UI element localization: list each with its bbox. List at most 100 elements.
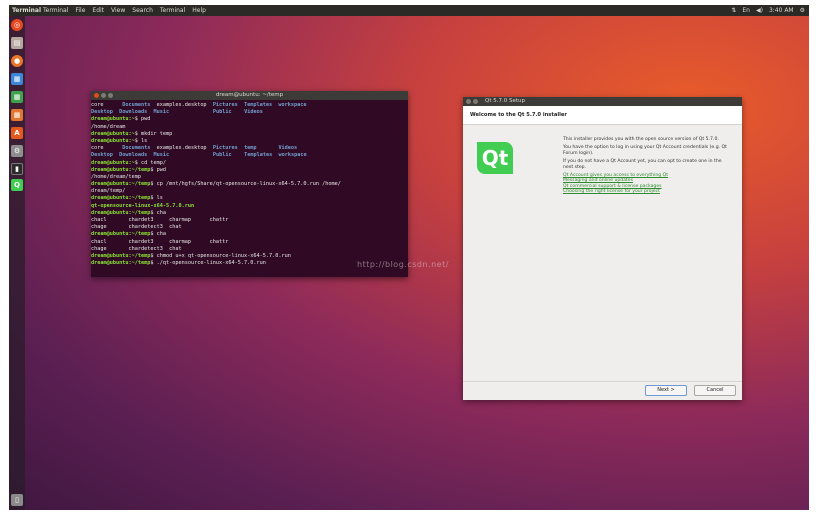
settings-icon[interactable]: ⚙ bbox=[11, 145, 23, 157]
firefox-icon[interactable]: ● bbox=[11, 55, 23, 67]
volume-icon[interactable]: ◀) bbox=[756, 5, 763, 16]
terminal-prompt: dream@ubuntu:~ bbox=[91, 159, 135, 166]
divider bbox=[463, 381, 742, 382]
calc-icon[interactable]: ▦ bbox=[11, 91, 23, 103]
terminal-text: $ ls bbox=[150, 195, 163, 202]
launcher: ◎ ▤ ● ▦ ▦ ▦ A ⚙ ▮ Q ▯ bbox=[9, 16, 25, 510]
terminal-line: chage chardetect3 chat bbox=[91, 224, 408, 231]
dash-icon[interactable]: ◎ bbox=[11, 19, 23, 31]
menu-edit[interactable]: Edit bbox=[92, 5, 104, 16]
terminal-window[interactable]: dream@ubuntu: ~/temp core Documents exam… bbox=[91, 91, 408, 277]
terminal-prompt: dream@ubuntu:~/temp bbox=[91, 166, 151, 173]
menu-search[interactable]: Search bbox=[132, 5, 153, 16]
terminal-text: Documents bbox=[122, 102, 151, 108]
menu-help[interactable]: Help bbox=[192, 5, 206, 16]
qt-paragraph: This installer provides you with the ope… bbox=[563, 137, 719, 142]
terminal-text: qt-opensource-linux-x64-5.7.0.run bbox=[91, 202, 195, 209]
qt-titlebar[interactable]: Qt 5.7.0 Setup bbox=[463, 97, 742, 106]
terminal-text: Downloads bbox=[119, 152, 148, 159]
terminal-line: /home/dream/temp bbox=[91, 174, 408, 181]
terminal-text: Desktop bbox=[91, 152, 113, 159]
terminal-text: core bbox=[91, 145, 123, 152]
watermark: http://blog.csdn.net/ bbox=[357, 260, 449, 269]
minimize-icon[interactable] bbox=[101, 93, 106, 98]
qt-installer-window[interactable]: Qt 5.7.0 Setup Welcome to the Qt 5.7.0 i… bbox=[463, 97, 742, 400]
terminal-text: Music bbox=[153, 109, 170, 116]
terminal-line: dream/temp/ bbox=[91, 188, 408, 195]
terminal-text: $ ./qt-opensource-linux-x64-5.7.0.run bbox=[150, 260, 266, 267]
terminal-text: $ pwd bbox=[134, 116, 151, 123]
terminal-prompt: dream@ubuntu:~ bbox=[91, 137, 135, 144]
qt-paragraph: If you do not have a Qt Account yet, you… bbox=[563, 159, 722, 170]
terminal-text: Templates bbox=[244, 152, 273, 159]
network-icon[interactable]: ⇅ bbox=[731, 5, 736, 16]
qt-window-title: Qt 5.7.0 Setup bbox=[485, 98, 525, 104]
terminal-text: examples.desktop bbox=[150, 145, 213, 152]
terminal-text: chacl chardet3 charmap chattr bbox=[91, 217, 229, 223]
trash-icon[interactable]: ▯ bbox=[11, 494, 23, 506]
terminal-text: Pictures bbox=[212, 145, 238, 152]
cancel-button[interactable]: Cancel bbox=[694, 385, 736, 396]
gear-icon[interactable]: ⚙ bbox=[800, 5, 805, 16]
terminal-text: $ cha bbox=[150, 209, 166, 216]
terminal-text: $ cp /mnt/hgfs/Share/qt-opensource-linux… bbox=[150, 181, 341, 188]
menu-bar: Terminal File Edit View Search Terminal … bbox=[43, 5, 206, 16]
system-tray: ⇅ En ◀) 3:40 AM ⚙ bbox=[731, 5, 805, 16]
terminal-text: core bbox=[91, 102, 123, 108]
impress-icon[interactable]: ▦ bbox=[11, 109, 23, 121]
terminal-prompt: dream@ubuntu:~/temp bbox=[91, 231, 151, 238]
close-icon[interactable] bbox=[466, 99, 471, 104]
terminal-text: examples.desktop bbox=[150, 102, 213, 108]
terminal-prompt: dream@ubuntu:~ bbox=[91, 130, 135, 137]
terminal-prompt: dream@ubuntu:~/temp bbox=[91, 195, 151, 202]
terminal-line: dream@ubuntu:~/temp$ cp /mnt/hgfs/Share/… bbox=[91, 181, 408, 188]
terminal-text: $ cha bbox=[150, 231, 166, 238]
menu-file[interactable]: File bbox=[75, 5, 85, 16]
close-icon[interactable] bbox=[94, 93, 99, 98]
menu-terminal[interactable]: Terminal bbox=[43, 5, 68, 16]
qt-paragraph: You have the option to log in using your… bbox=[563, 145, 727, 156]
menu-view[interactable]: View bbox=[111, 5, 125, 16]
maximize-icon[interactable] bbox=[108, 93, 113, 98]
terminal-line: Desktop Downloads Music Public Videos bbox=[91, 109, 408, 116]
qt-link-license[interactable]: Choosing the right license for your proj… bbox=[563, 189, 733, 194]
terminal-text: Music bbox=[153, 152, 170, 159]
terminal-line: Desktop Downloads Music Public Templates… bbox=[91, 152, 408, 159]
terminal-prompt: dream@ubuntu:~ bbox=[91, 116, 135, 123]
terminal-line: chage chardetect3 chat bbox=[91, 246, 408, 253]
terminal-text: Public bbox=[212, 109, 232, 116]
terminal-line: dream@ubuntu:~/temp$ cha bbox=[91, 210, 408, 217]
keyboard-lang[interactable]: En bbox=[742, 5, 750, 16]
terminal-text: Downloads bbox=[119, 109, 148, 116]
writer-icon[interactable]: ▦ bbox=[11, 73, 23, 85]
qt-page-header: Welcome to the Qt 5.7.0 installer bbox=[463, 106, 742, 125]
terminal-title: dream@ubuntu: ~/temp bbox=[215, 92, 284, 98]
qt-icon[interactable]: Q bbox=[11, 179, 23, 191]
terminal-text: workspace bbox=[278, 102, 307, 108]
terminal-line: dream@ubuntu:~$ cd temp/ bbox=[91, 160, 408, 167]
terminal-text: chacl chardet3 charmap chattr bbox=[91, 238, 229, 245]
clock[interactable]: 3:40 AM bbox=[769, 5, 794, 16]
terminal-text: Pictures bbox=[212, 102, 238, 108]
terminal-line: /home/dream bbox=[91, 124, 408, 131]
minimize-icon[interactable] bbox=[473, 99, 478, 104]
terminal-text: Templates bbox=[244, 102, 273, 108]
next-button[interactable]: Next > bbox=[645, 385, 687, 396]
terminal-icon[interactable]: ▮ bbox=[11, 163, 23, 175]
terminal-text: $ pwd bbox=[150, 166, 166, 173]
terminal-line: qt-opensource-linux-x64-5.7.0.run bbox=[91, 203, 408, 210]
menu-terminal-2[interactable]: Terminal bbox=[160, 5, 185, 16]
terminal-titlebar[interactable]: dream@ubuntu: ~/temp bbox=[91, 91, 408, 100]
terminal-line: dream@ubuntu:~$ ls bbox=[91, 138, 408, 145]
software-center-icon[interactable]: A bbox=[11, 127, 23, 139]
terminal-text: Desktop bbox=[91, 109, 113, 116]
qt-logo: Qt bbox=[477, 142, 513, 174]
terminal-output[interactable]: core Documents examples.desktop Pictures… bbox=[91, 100, 408, 267]
terminal-text: $ mkdir temp bbox=[134, 130, 173, 137]
terminal-line: dream@ubuntu:~/temp$ pwd bbox=[91, 167, 408, 174]
files-icon[interactable]: ▤ bbox=[11, 37, 23, 49]
terminal-prompt: dream@ubuntu:~/temp bbox=[91, 260, 151, 267]
terminal-prompt: dream@ubuntu:~/temp bbox=[91, 181, 151, 188]
